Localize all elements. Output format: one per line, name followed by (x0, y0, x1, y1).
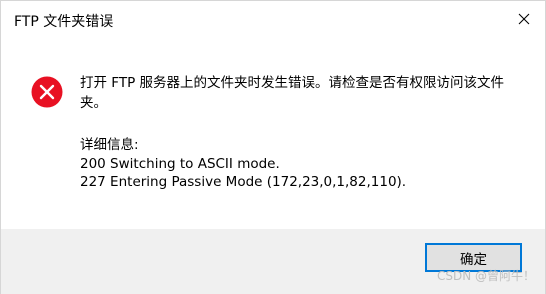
window-title: FTP 文件夹错误 (14, 14, 114, 30)
close-icon (518, 13, 530, 25)
details-heading: 详细信息: (80, 137, 139, 153)
ftp-error-dialog: FTP 文件夹错误 打开 FTP 服务器上的文件夹时发生错误。请检查是否有权限访… (0, 0, 546, 294)
details-block: 详细信息: 200 Switching to ASCII mode. 227 E… (80, 136, 406, 192)
error-icon (31, 76, 63, 108)
button-bar: 确定 CSDN @曾阿牛！ (1, 229, 545, 294)
close-button[interactable] (509, 5, 539, 33)
error-message: 打开 FTP 服务器上的文件夹时发生错误。请检查是否有权限访问该文件夹。 (80, 75, 504, 111)
details-line: 200 Switching to ASCII mode. (80, 155, 280, 172)
title-bar[interactable]: FTP 文件夹错误 (1, 1, 545, 39)
dialog-content: 打开 FTP 服务器上的文件夹时发生错误。请检查是否有权限访问该文件夹。 详细信… (1, 39, 545, 229)
details-line: 227 Entering Passive Mode (172,23,0,1,82… (80, 174, 407, 190)
watermark: CSDN @曾阿牛！ (436, 269, 535, 283)
